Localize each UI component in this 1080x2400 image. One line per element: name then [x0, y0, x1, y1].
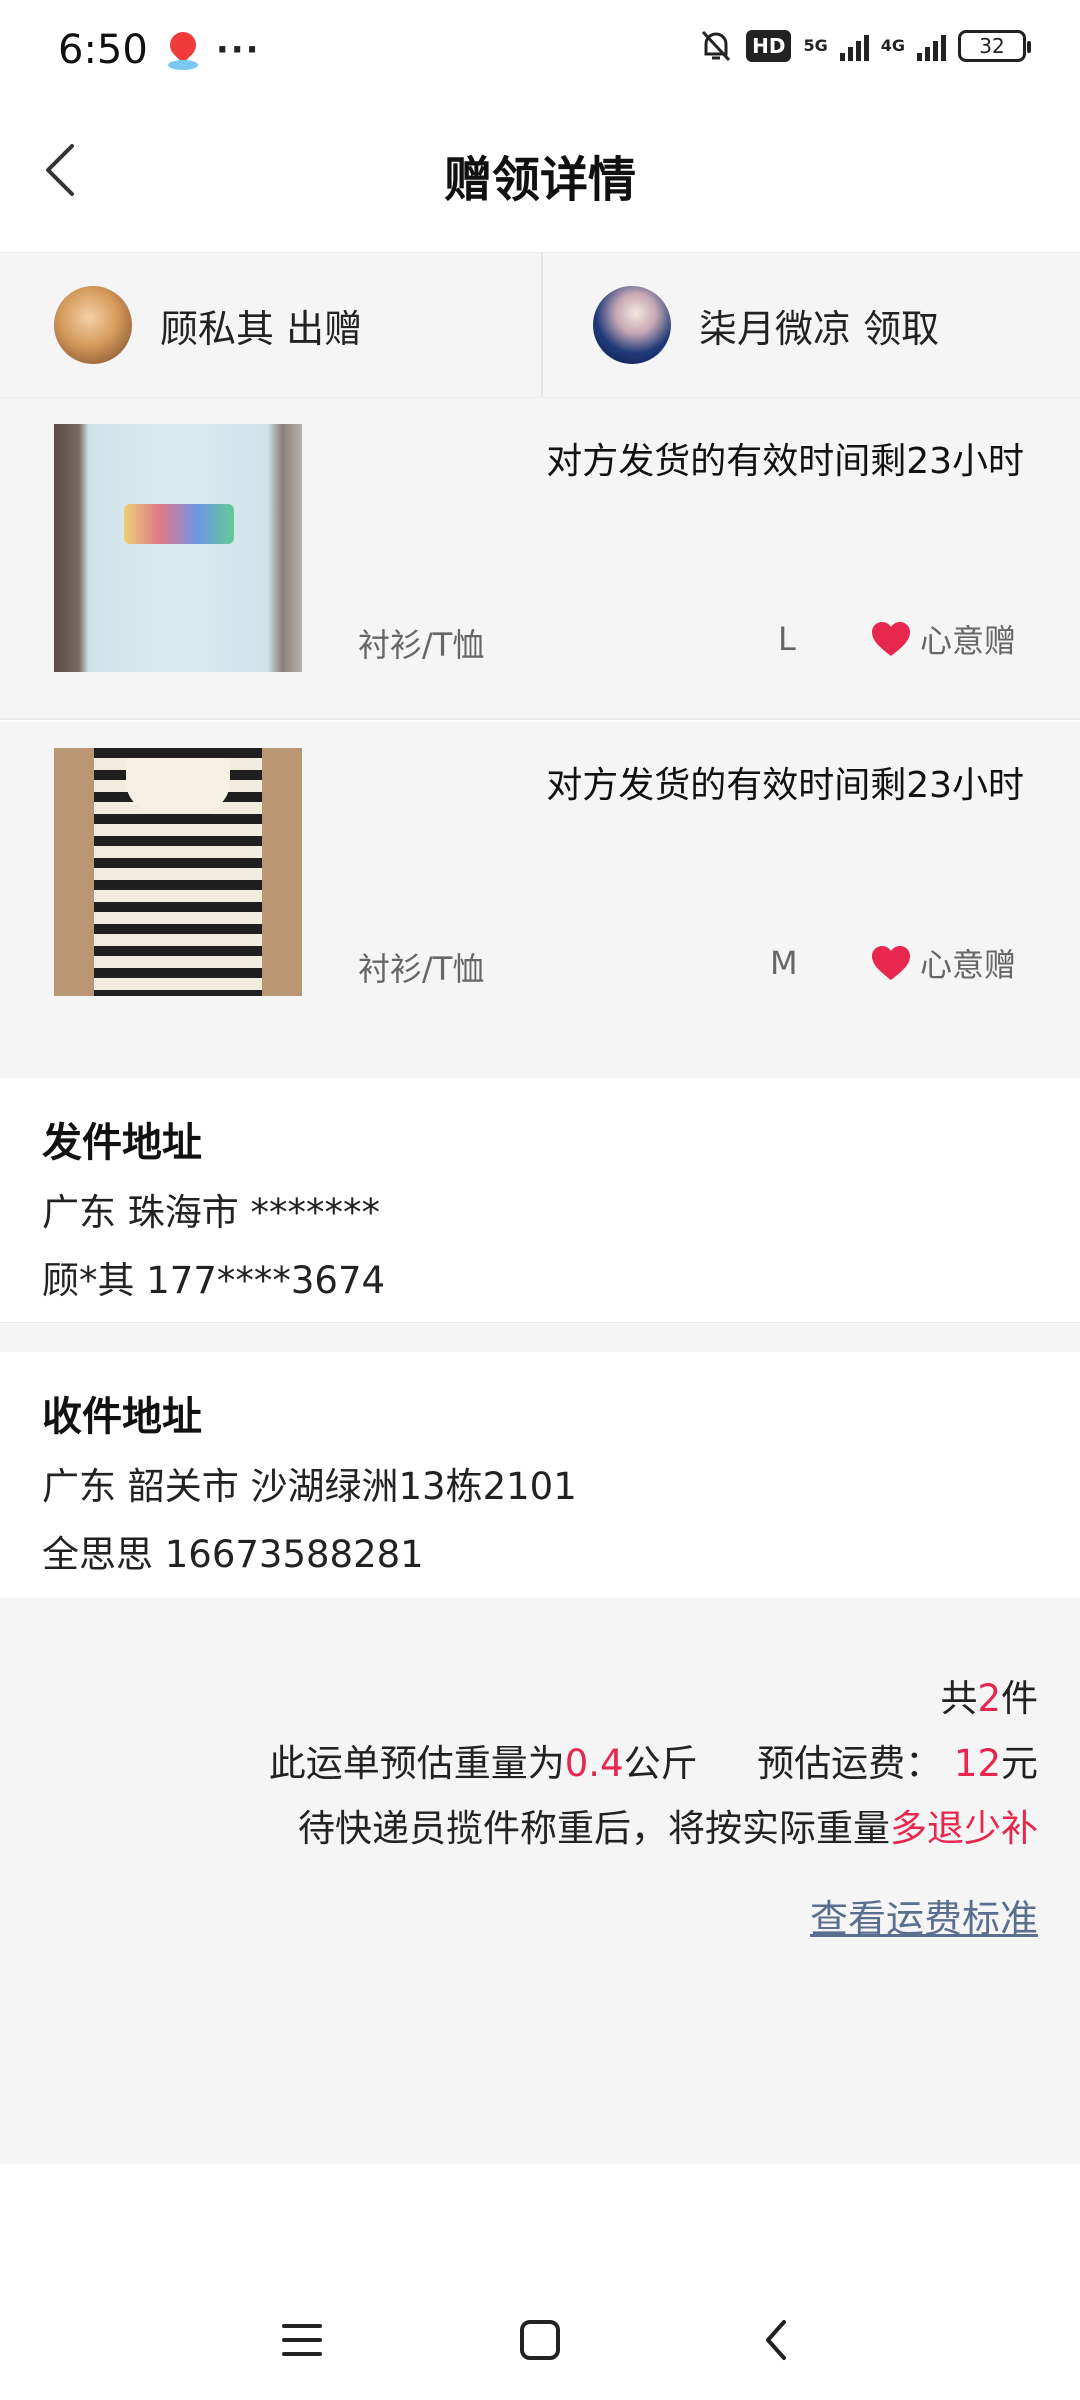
- page-title: 赠领详情: [443, 152, 636, 208]
- item-ship-deadline: 对方发货的有效时间剩23小时: [546, 765, 1024, 806]
- back-button[interactable]: [20, 130, 100, 210]
- signal-5g-icon: [839, 31, 869, 61]
- item-count-suffix: 件: [1001, 1677, 1038, 1720]
- gift-tag-label: 心意赠: [920, 622, 1017, 660]
- home-square-icon: [520, 2320, 560, 2360]
- status-time: 6:50: [58, 27, 148, 73]
- item-size: L: [778, 620, 796, 658]
- sender-address-region: 广东 珠海市 *******: [42, 1191, 381, 1234]
- receiver-name: 柒月微凉 领取: [699, 306, 940, 351]
- item-photo-polo[interactable]: [54, 748, 302, 996]
- shipping-summary: 共2件 此运单预估重量为0.4公斤 预估运费： 12元 待快递员揽件称重后，将按…: [0, 1598, 1080, 2164]
- weight-rule: 待快递员揽件称重后，将按实际重量多退少补: [298, 1798, 1038, 1852]
- sender-address-card: 发件地址 广东 珠海市 ******* 顾*其 177****3674: [0, 1078, 1080, 1322]
- battery-icon: 32: [958, 30, 1031, 62]
- location-pin-icon: [164, 26, 202, 70]
- item-category: 衬衫/T恤: [358, 950, 485, 988]
- heart-icon: [872, 946, 910, 980]
- weight-and-fee: 此运单预估重量为0.4公斤 预估运费： 12元: [269, 1733, 1038, 1787]
- mute-bell-icon: [702, 30, 731, 62]
- system-nav-bar: [0, 2270, 1080, 2400]
- battery-level: 32: [979, 34, 1005, 58]
- parties-bar: 顾私其 出赠 柒月微凉 领取: [0, 252, 1080, 398]
- weight-rule-text: 待快递员揽件称重后，将按实际重量: [298, 1807, 890, 1850]
- receiver-address-region: 广东 韶关市 沙湖绿洲13栋2101: [42, 1465, 577, 1508]
- receiver-address-title: 收件地址: [42, 1394, 202, 1440]
- section-divider: [0, 1322, 1080, 1352]
- receiver-party[interactable]: 柒月微凉 领取: [541, 253, 1080, 397]
- gift-tag: 心意赠: [870, 940, 1016, 986]
- giver-avatar[interactable]: [54, 286, 132, 364]
- gift-item[interactable]: 对方发货的有效时间剩23小时 衬衫/T恤 L 心意赠: [0, 398, 1080, 720]
- status-bar: 6:50 ··· HD 5G 4G 32: [0, 0, 1080, 100]
- item-count-value: 2: [977, 1677, 1001, 1720]
- receiver-avatar[interactable]: [593, 286, 671, 364]
- back-arrow-icon: [766, 2320, 786, 2360]
- view-shipping-standard-link[interactable]: 查看运费标准: [810, 1888, 1038, 1943]
- weight-rule-highlight: 多退少补: [890, 1807, 1038, 1850]
- gift-tag: 心意赠: [870, 616, 1016, 662]
- home-button[interactable]: [510, 2310, 570, 2370]
- item-count-prefix: 共: [940, 1677, 978, 1720]
- fee-value: 12: [953, 1742, 1001, 1785]
- system-back-button[interactable]: [746, 2310, 806, 2370]
- item-count: 共2件: [940, 1668, 1038, 1722]
- giver-name: 顾私其 出赠: [160, 306, 363, 351]
- chevron-left-icon: [46, 144, 74, 196]
- page-header: 赠领详情: [0, 100, 1080, 250]
- fee-unit: 元: [1001, 1742, 1038, 1785]
- network-4g-label: 4G: [880, 36, 905, 55]
- item-category: 衬衫/T恤: [358, 626, 485, 664]
- item-size: M: [770, 944, 798, 982]
- weight-prefix: 此运单预估重量为: [268, 1742, 565, 1785]
- sender-address-title: 发件地址: [42, 1120, 202, 1166]
- receiver-contact: 全思思 16673588281: [42, 1533, 424, 1576]
- fee-label: 预估运费：: [757, 1742, 943, 1785]
- receiver-address-card: 收件地址 广东 韶关市 沙湖绿洲13栋2101 全思思 16673588281: [0, 1352, 1080, 1598]
- item-photo-tshirt[interactable]: [54, 424, 302, 672]
- sender-contact: 顾*其 177****3674: [42, 1259, 386, 1302]
- signal-4g-icon: [917, 31, 946, 61]
- giver-party[interactable]: 顾私其 出赠: [0, 253, 541, 397]
- weight-value: 0.4: [564, 1742, 624, 1785]
- gift-item[interactable]: 对方发货的有效时间剩23小时 衬衫/T恤 M 心意赠: [0, 722, 1080, 1044]
- heart-icon: [872, 622, 910, 656]
- hd-voice-badge: HD: [746, 30, 792, 62]
- item-ship-deadline: 对方发货的有效时间剩23小时: [546, 441, 1024, 482]
- section-divider: [0, 1044, 1080, 1078]
- weight-unit: 公斤: [623, 1742, 698, 1785]
- gift-tag-label: 心意赠: [920, 946, 1017, 984]
- recent-apps-button[interactable]: [272, 2310, 332, 2370]
- menu-icon: [282, 2324, 322, 2356]
- network-5g-label: 5G: [803, 36, 828, 55]
- more-notifications-icon: ···: [215, 30, 261, 70]
